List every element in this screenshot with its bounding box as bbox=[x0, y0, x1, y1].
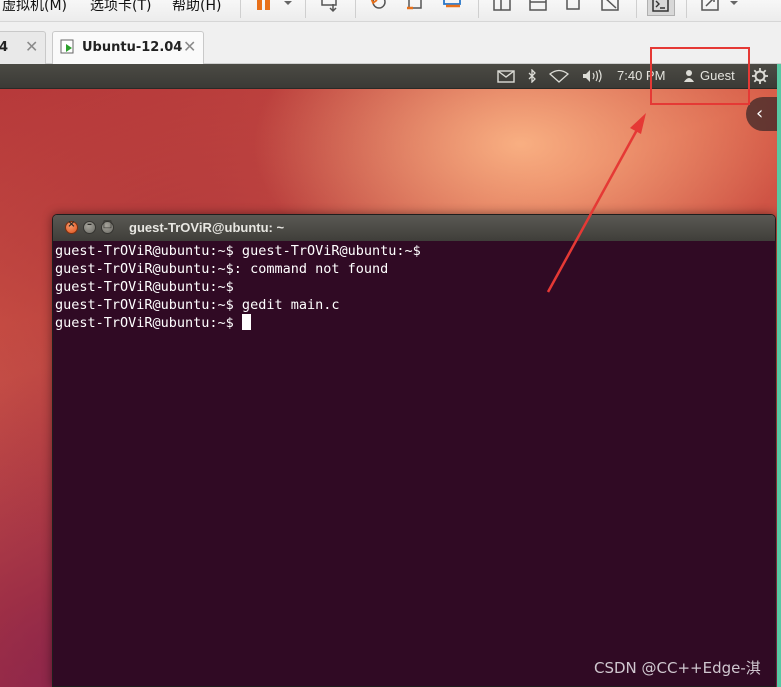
text-cursor bbox=[241, 314, 251, 330]
snapshot-manager-icon[interactable] bbox=[442, 0, 466, 14]
maximize-window-button[interactable]: □ bbox=[101, 219, 114, 234]
close-icon[interactable]: ✕ bbox=[183, 37, 196, 56]
stretch-icon[interactable] bbox=[600, 0, 622, 14]
terminal-titlebar[interactable]: × – □ guest-TrOViR@ubuntu: ~ bbox=[53, 215, 775, 241]
toolbar-divider bbox=[686, 0, 687, 18]
tab-label: 4 bbox=[0, 40, 9, 55]
tab-label: Ubuntu-12.04 bbox=[82, 40, 183, 55]
maximize-icon: □ bbox=[102, 219, 113, 230]
toolbar-divider bbox=[355, 0, 356, 18]
minimize-icon: – bbox=[87, 219, 92, 230]
tab-ubuntu-vm[interactable]: Ubuntu-12.04 ✕ bbox=[52, 31, 204, 64]
fullscreen-icon[interactable] bbox=[492, 0, 514, 14]
terminal-output[interactable]: guest-TrOViR@ubuntu:~$ guest-TrOViR@ubun… bbox=[53, 241, 775, 686]
menu-help[interactable]: 帮助(H) bbox=[172, 0, 221, 15]
terminal-prompt: guest-TrOViR@ubuntu:~$ bbox=[55, 315, 242, 331]
wifi-icon[interactable] bbox=[548, 69, 570, 87]
toolbar-divider bbox=[305, 0, 306, 18]
chevron-left-icon: ‹ bbox=[756, 103, 764, 124]
terminal-line: guest-TrOViR@ubuntu:~$ guest-TrOViR@ubun… bbox=[55, 243, 421, 259]
close-icon: × bbox=[67, 219, 76, 230]
toolbar-divider bbox=[240, 0, 241, 18]
snapshot-icon[interactable] bbox=[368, 0, 390, 14]
annotation-highlight-box bbox=[650, 47, 750, 105]
vm-frame-border bbox=[777, 64, 781, 687]
send-keys-icon[interactable] bbox=[320, 0, 342, 14]
menu-vm[interactable]: 虚拟机(M) bbox=[2, 0, 67, 15]
terminal-title: guest-TrOViR@ubuntu: ~ bbox=[129, 220, 285, 235]
vmware-toolbar: 虚拟机(M) 选项卡(T) 帮助(H) bbox=[0, 0, 781, 22]
terminal-prompt-line[interactable]: guest-TrOViR@ubuntu:~$ bbox=[55, 314, 775, 332]
terminal-view-icon[interactable] bbox=[647, 0, 675, 16]
console-view-icon[interactable] bbox=[563, 0, 585, 14]
dropdown-icon[interactable] bbox=[283, 0, 293, 14]
guest-desktop[interactable]: 7:40 PM Guest ‹ × – □ guest-TrOViR@ubunt… bbox=[0, 64, 777, 687]
mail-icon[interactable] bbox=[497, 69, 515, 87]
launcher-toggle[interactable]: ‹ bbox=[746, 97, 777, 131]
toolbar-divider bbox=[636, 0, 637, 18]
terminal-line: guest-TrOViR@ubuntu:~$ gedit main.c bbox=[55, 297, 340, 313]
pause-icon[interactable] bbox=[255, 0, 273, 14]
terminal-line: guest-TrOViR@ubuntu:~$ bbox=[55, 279, 234, 295]
terminal-window[interactable]: × – □ guest-TrOViR@ubuntu: ~ guest-TrOVi… bbox=[52, 214, 776, 687]
close-icon[interactable]: ✕ bbox=[25, 37, 38, 56]
watermark: CSDN @CC++Edge-淇 bbox=[594, 659, 761, 677]
close-window-button[interactable]: × bbox=[65, 219, 78, 234]
bluetooth-icon[interactable] bbox=[527, 68, 537, 87]
revert-snapshot-icon[interactable] bbox=[405, 0, 427, 14]
stretch-dropdown-icon[interactable] bbox=[700, 0, 744, 14]
tab-previous-vm[interactable]: 4 ✕ bbox=[0, 31, 46, 64]
unity-icon[interactable] bbox=[528, 0, 550, 14]
toolbar-divider bbox=[478, 0, 479, 18]
gear-icon[interactable] bbox=[752, 68, 768, 88]
terminal-line: guest-TrOViR@ubuntu:~$: command not foun… bbox=[55, 261, 389, 277]
volume-icon[interactable] bbox=[582, 69, 604, 87]
menu-tabs[interactable]: 选项卡(T) bbox=[90, 0, 151, 15]
minimize-window-button[interactable]: – bbox=[83, 219, 96, 234]
vm-running-icon bbox=[60, 39, 76, 59]
